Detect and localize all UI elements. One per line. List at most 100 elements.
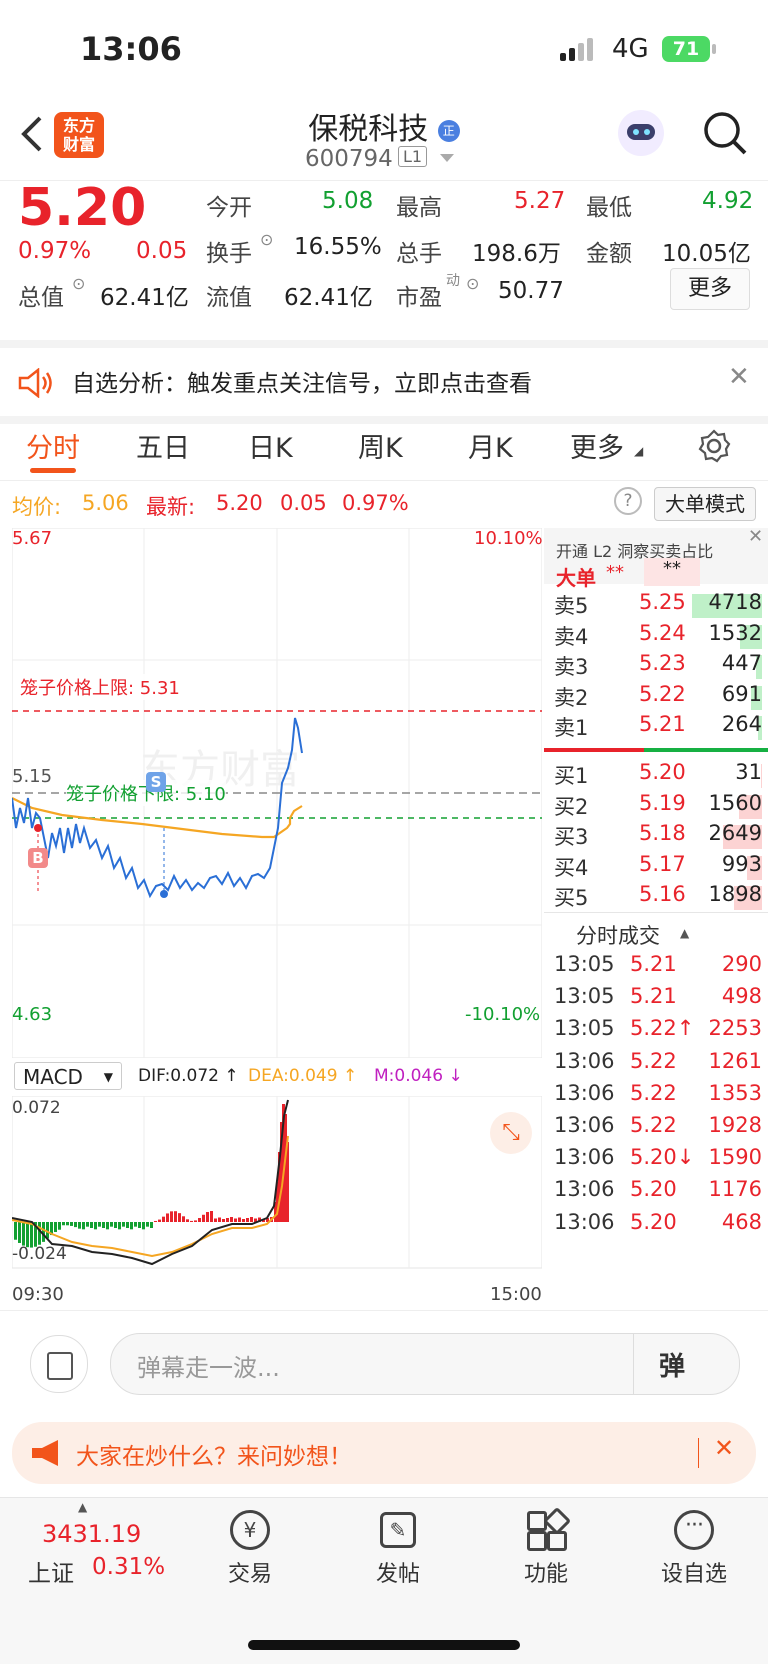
m-value: M:0.046 ↓ — [374, 1066, 463, 1086]
trades-title[interactable]: 分时成交 — [576, 920, 660, 950]
danmu-settings-icon[interactable] — [30, 1335, 88, 1393]
ai-assistant-icon[interactable] — [618, 110, 664, 156]
tab-intraday[interactable]: 分时 — [26, 426, 80, 465]
trade-volume: 498 — [721, 984, 762, 1009]
bid-row[interactable]: 买5 5.16 1898 — [544, 882, 768, 914]
trade-row: 13:05 5.21 290 — [544, 952, 768, 984]
trade-time: 13:06 — [554, 1177, 615, 1202]
nav-trade[interactable]: ¥ 交易 — [190, 1510, 310, 1588]
chevron-down-icon[interactable] — [440, 154, 454, 164]
trade-price: 5.20 — [630, 1209, 677, 1234]
macd-histogram-bar — [206, 1212, 209, 1222]
bid-price: 5.16 — [639, 882, 686, 906]
macd-histogram-bar — [142, 1222, 145, 1230]
macd-histogram-bar — [214, 1218, 217, 1222]
stock-code: 600794 — [305, 146, 393, 172]
macd-histogram-bar — [150, 1222, 153, 1228]
info-icon[interactable]: ⊙ — [260, 230, 273, 249]
big-order-value-1: ** — [606, 562, 624, 583]
ask-row[interactable]: 卖3 5.23 447 — [544, 651, 768, 683]
amount-label: 金额 — [586, 241, 632, 267]
y-bottom-label: 4.63 — [12, 1004, 53, 1025]
ask-row[interactable]: 卖5 5.25 4718 — [544, 590, 768, 622]
pct-bottom-label: -10.10% — [465, 1004, 541, 1025]
close-icon[interactable]: ✕ — [748, 526, 763, 547]
ask-row[interactable]: 卖1 5.21 264 — [544, 712, 768, 744]
macd-histogram-bar — [102, 1222, 105, 1228]
trade-row: 13:06 5.22 1353 — [544, 1081, 768, 1113]
macd-bottom-value: -0.024 — [12, 1244, 67, 1264]
tab-week-k[interactable]: 周K — [358, 426, 403, 465]
danmu-input[interactable]: 弹幕走一波... 弹 — [110, 1333, 740, 1395]
pe-value: 50.77 — [498, 278, 564, 304]
ask-price: 5.21 — [639, 712, 686, 736]
macd-panel[interactable]: MACD ▼ DIF:0.072 ↑ DEA:0.049 ↑ M:0.046 ↓ … — [12, 1060, 542, 1305]
indicator-selector[interactable]: MACD ▼ — [14, 1062, 122, 1090]
close-icon[interactable]: ✕ — [728, 362, 750, 392]
bid-volume: 1898 — [708, 882, 762, 906]
mktcap-value: 62.41亿 — [100, 285, 189, 311]
trade-price: 5.22 — [630, 1113, 677, 1137]
info-icon[interactable]: ⊙ — [466, 274, 479, 293]
tab-day-k[interactable]: 日K — [248, 426, 293, 465]
macd-histogram-bar — [146, 1222, 149, 1227]
macd-histogram-bar — [198, 1218, 201, 1222]
bid-label: 买1 — [554, 764, 589, 788]
macd-histogram-bar — [154, 1220, 157, 1222]
settings-gear-icon[interactable] — [696, 428, 732, 464]
tab-more[interactable]: 更多 — [570, 426, 624, 465]
current-price: 5.20 — [18, 178, 147, 238]
search-icon[interactable] — [702, 110, 748, 156]
ask-ai-banner[interactable]: 大家在炒什么？来问妙想！ ✕ — [12, 1422, 756, 1484]
quote-panel: 5.20 0.97% 0.05 总值 ⊙ 62.41亿 今开 5.08 最高 5… — [0, 178, 768, 340]
macd-histogram-bar — [238, 1217, 241, 1222]
bid-row[interactable]: 买3 5.18 2649 — [544, 821, 768, 853]
index-value[interactable]: 3431.19 — [42, 1520, 141, 1548]
info-icon[interactable]: ⊙ — [72, 274, 85, 293]
latest-pct: 0.97% — [342, 491, 409, 515]
help-icon[interactable]: ? — [614, 487, 642, 515]
tab-five-day[interactable]: 五日 — [136, 426, 190, 465]
bid-row[interactable]: 买2 5.19 1560 — [544, 791, 768, 823]
buy-marker[interactable]: B — [28, 848, 48, 868]
danmu-send-button[interactable]: 弹 — [659, 1346, 685, 1383]
change-pct: 0.97% — [18, 238, 92, 264]
bid-row[interactable]: 买1 5.20 31 — [544, 760, 768, 792]
mktcap-label: 总值 — [18, 285, 64, 311]
trade-time: 13:06 — [554, 1048, 615, 1073]
intraday-chart[interactable]: 东方财富 5.67 4.63 10.10% -10.10% 5.15 笼子价格上… — [12, 528, 543, 1058]
ask-label: 卖3 — [554, 655, 589, 679]
macd-histogram-bar — [166, 1213, 169, 1222]
float-value: 62.41亿 — [284, 285, 373, 311]
trade-price: 5.20 — [630, 1177, 677, 1202]
big-order-mode-button[interactable]: 大单模式 — [654, 487, 756, 521]
alert-banner[interactable]: 自选分析：触发重点关注信号，立即点击查看 ✕ — [0, 340, 768, 424]
nav-functions[interactable]: 功能 — [486, 1506, 606, 1588]
trade-row: 13:06 5.22 1261 — [544, 1049, 768, 1081]
macd-histogram-bar — [126, 1222, 129, 1228]
trade-time: 13:06 — [554, 1113, 615, 1137]
macd-histogram-bar — [106, 1222, 109, 1230]
trade-volume: 1176 — [708, 1177, 762, 1202]
close-icon[interactable]: ✕ — [714, 1434, 734, 1462]
macd-histogram-bar — [66, 1222, 69, 1226]
promo-text: 大家在炒什么？来问妙想！ — [76, 1444, 352, 1470]
tab-month-k[interactable]: 月K — [468, 426, 513, 465]
macd-histogram-bar — [222, 1219, 225, 1222]
ask-label: 卖1 — [554, 716, 589, 740]
expand-icon[interactable]: ⤡ — [490, 1112, 532, 1154]
sell-marker[interactable]: S — [146, 772, 166, 792]
nav-add-watch[interactable]: ··· 设自选 — [634, 1510, 754, 1588]
ask-label: 卖4 — [554, 624, 589, 649]
high-label: 最高 — [396, 195, 442, 221]
high-value: 5.27 — [514, 188, 566, 214]
more-button[interactable]: 更多 — [670, 268, 750, 310]
ask-label: 卖2 — [554, 685, 589, 710]
ask-row[interactable]: 卖4 5.24 1532 — [544, 621, 768, 653]
level-badge[interactable]: L1 — [398, 146, 428, 167]
ask-row[interactable]: 卖2 5.22 691 — [544, 682, 768, 714]
bid-row[interactable]: 买4 5.17 993 — [544, 852, 768, 884]
nav-post[interactable]: ✎ 发帖 — [338, 1510, 458, 1588]
change-amount: 0.05 — [136, 238, 188, 264]
ask-price: 5.25 — [639, 590, 686, 614]
